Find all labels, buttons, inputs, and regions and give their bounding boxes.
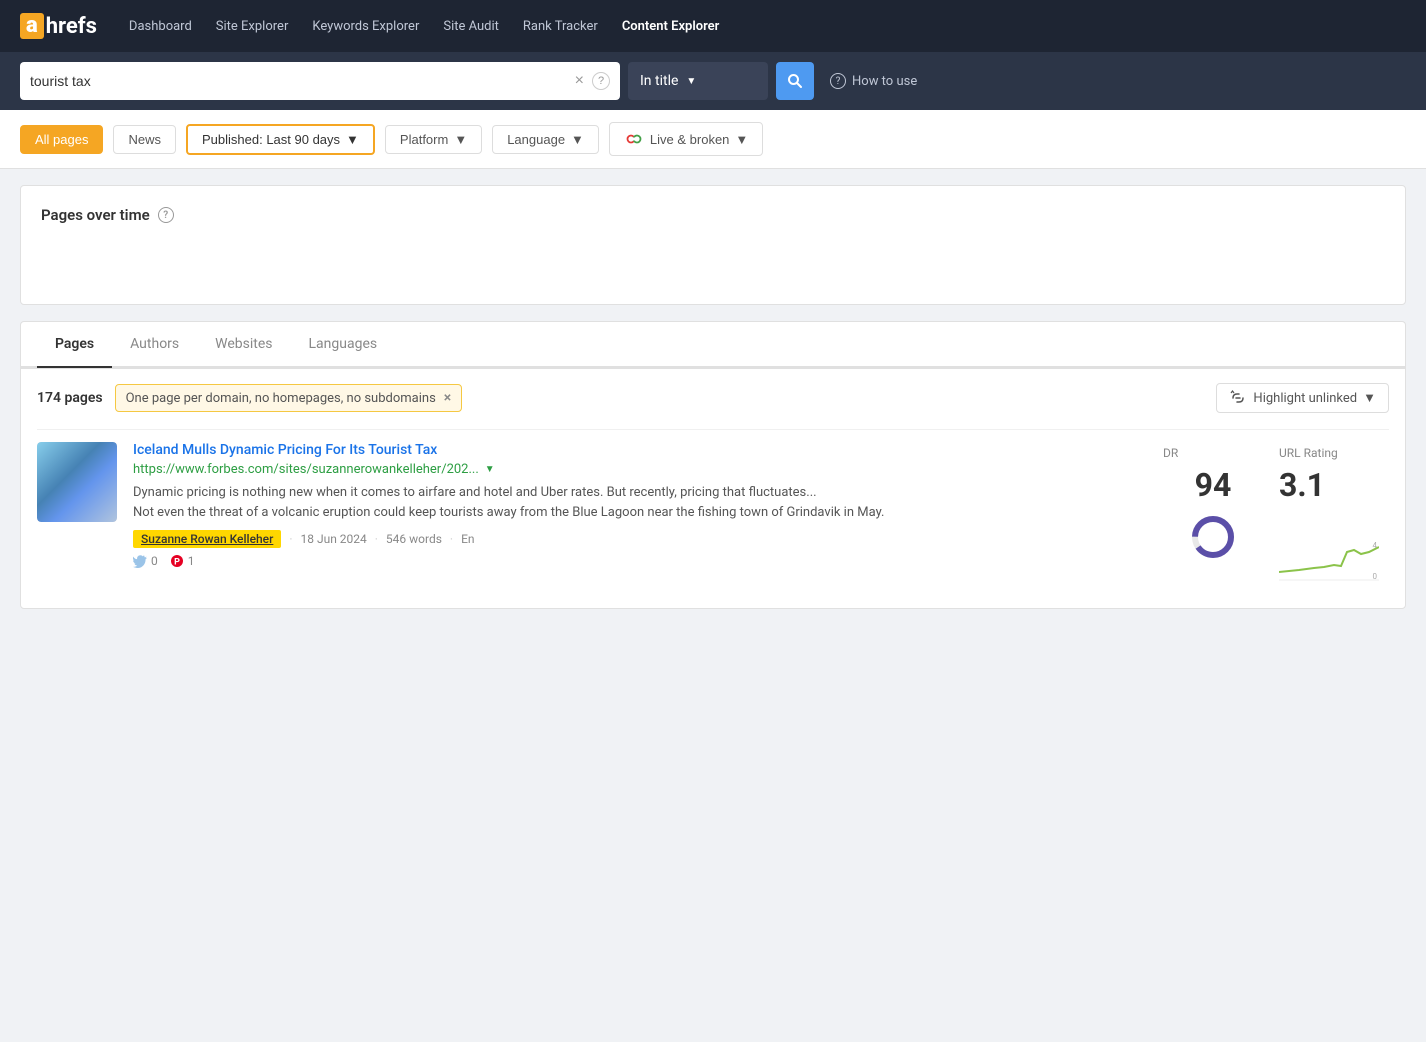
article-description: Dynamic pricing is nothing new when it c… (133, 483, 1147, 522)
live-broken-filter[interactable]: Live & broken ▼ (609, 122, 763, 156)
dr-label: DR (1163, 446, 1178, 460)
url-rating-value: 3.1 (1279, 466, 1379, 504)
url-rating-chart: 4 0 (1279, 532, 1379, 582)
author-tag[interactable]: Suzanne Rowan Kelleher (133, 530, 281, 548)
highlight-unlinked-label: Highlight unlinked (1253, 391, 1357, 406)
nav-item-keywords-explorer[interactable]: Keywords Explorer (312, 19, 419, 34)
twitter-icon (133, 554, 147, 568)
url-rating-column: URL Rating 3.1 4 0 (1279, 442, 1389, 582)
published-chevron-icon: ▼ (346, 132, 359, 147)
help-circle-icon: ? (830, 73, 846, 89)
pinterest-count-value: 1 (188, 554, 195, 568)
twitter-count-value: 0 (151, 554, 158, 568)
article-word-count: 546 words (386, 532, 442, 546)
results-section: 174 pages One page per domain, no homepa… (20, 368, 1406, 609)
svg-text:0: 0 (1373, 572, 1378, 581)
filter-bar: All pages News Published: Last 90 days ▼… (0, 110, 1426, 169)
tab-pages[interactable]: Pages (37, 322, 112, 368)
platform-filter[interactable]: Platform ▼ (385, 125, 482, 154)
search-input-wrap: × ? (20, 62, 620, 100)
nav-item-site-audit[interactable]: Site Audit (443, 19, 499, 34)
tab-authors[interactable]: Authors (112, 322, 197, 368)
meta-separator-2: · (375, 532, 378, 546)
highlight-unlinked-button[interactable]: Highlight unlinked ▼ (1216, 383, 1389, 413)
live-broken-label: Live & broken (650, 132, 730, 147)
language-filter[interactable]: Language ▼ (492, 125, 599, 154)
svg-text:4: 4 (1373, 541, 1378, 550)
how-to-use-label: How to use (852, 74, 917, 89)
results-header: 174 pages One page per domain, no homepa… (37, 383, 1389, 413)
logo-a: a (20, 13, 44, 39)
search-icons: × ? (575, 72, 610, 90)
results-tabs: Pages Authors Websites Languages (21, 322, 1405, 368)
filter-tag-text: One page per domain, no homepages, no su… (126, 391, 436, 406)
article-card: Iceland Mulls Dynamic Pricing For Its To… (37, 429, 1389, 594)
tab-websites[interactable]: Websites (197, 322, 290, 368)
article-date: 18 Jun 2024 (301, 532, 367, 546)
in-title-label: In title (640, 73, 678, 89)
top-navigation: ahrefs Dashboard Site Explorer Keywords … (0, 0, 1426, 52)
meta-separator-3: · (450, 532, 453, 546)
article-meta: Suzanne Rowan Kelleher · 18 Jun 2024 · 5… (133, 530, 1147, 548)
nav-item-site-explorer[interactable]: Site Explorer (216, 19, 289, 34)
all-pages-filter[interactable]: All pages (20, 125, 103, 154)
nav-item-content-explorer[interactable]: Content Explorer (622, 19, 720, 34)
published-filter[interactable]: Published: Last 90 days ▼ (186, 124, 375, 155)
url-dropdown-icon[interactable]: ▼ (485, 464, 495, 475)
social-icons: 0 P 1 (133, 554, 1147, 568)
svg-text:P: P (174, 558, 180, 568)
search-icon (787, 73, 803, 89)
logo[interactable]: ahrefs (20, 13, 97, 39)
pages-over-time-label: Pages over time (41, 206, 150, 224)
results-count: 174 pages (37, 390, 103, 406)
how-to-use[interactable]: ? How to use (830, 73, 917, 89)
search-bar: × ? In title ▼ ? How to use (0, 52, 1426, 110)
published-label: Published: Last 90 days (202, 132, 340, 147)
article-url-wrap: https://www.forbes.com/sites/suzannerowa… (133, 462, 1147, 477)
language-chevron-icon: ▼ (571, 132, 584, 147)
nav-item-dashboard[interactable]: Dashboard (129, 19, 192, 34)
filter-tag-remove-button[interactable]: × (444, 390, 451, 406)
pages-over-time-title: Pages over time ? (41, 206, 1385, 224)
results-tabs-section: Pages Authors Websites Languages (20, 321, 1406, 368)
chevron-down-icon: ▼ (686, 76, 696, 87)
article-content: Iceland Mulls Dynamic Pricing For Its To… (133, 442, 1147, 582)
article-thumb-image (37, 442, 117, 522)
url-rating-label: URL Rating (1279, 446, 1338, 460)
logo-hrefs: hrefs (46, 14, 97, 39)
article-language: En (461, 532, 474, 546)
article-title[interactable]: Iceland Mulls Dynamic Pricing For Its To… (133, 442, 1147, 458)
in-title-dropdown[interactable]: In title ▼ (628, 62, 768, 100)
unlinked-icon (1229, 389, 1247, 407)
dr-value: 94 (1195, 466, 1232, 504)
filter-tag: One page per domain, no homepages, no su… (115, 384, 463, 412)
pinterest-count: P 1 (170, 554, 195, 568)
platform-label: Platform (400, 132, 448, 147)
live-broken-chevron-icon: ▼ (735, 132, 748, 147)
pages-over-time-help-icon[interactable]: ? (158, 207, 174, 223)
pinterest-icon: P (170, 554, 184, 568)
article-url[interactable]: https://www.forbes.com/sites/suzannerowa… (133, 462, 479, 477)
twitter-count: 0 (133, 554, 158, 568)
search-button[interactable] (776, 62, 814, 100)
highlight-unlinked-chevron-icon: ▼ (1363, 390, 1376, 406)
help-icon[interactable]: ? (592, 72, 610, 90)
link-icon (624, 129, 644, 149)
article-thumbnail (37, 442, 117, 522)
platform-chevron-icon: ▼ (454, 132, 467, 147)
search-input[interactable] (30, 73, 575, 89)
dr-column: DR 94 (1163, 442, 1263, 582)
pages-over-time-section: Pages over time ? (20, 185, 1406, 305)
clear-icon[interactable]: × (575, 72, 584, 90)
tab-languages[interactable]: Languages (291, 322, 396, 368)
news-filter[interactable]: News (113, 125, 176, 154)
meta-separator-1: · (289, 532, 292, 546)
main-content: Pages over time ? Pages Authors Websites… (0, 185, 1426, 609)
language-label: Language (507, 132, 565, 147)
pages-over-time-chart (41, 224, 1385, 284)
dr-donut-chart (1188, 512, 1238, 562)
nav-item-rank-tracker[interactable]: Rank Tracker (523, 19, 598, 34)
